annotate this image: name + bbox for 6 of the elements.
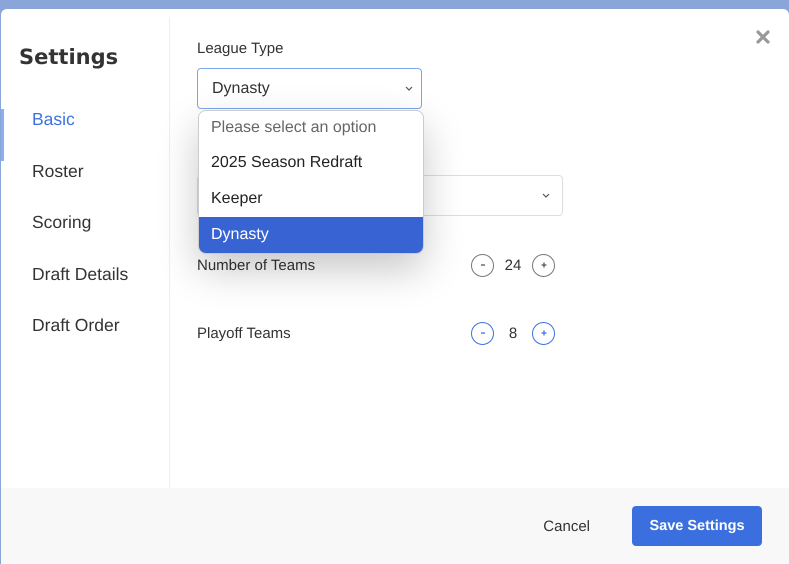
- stepper-value: 8: [508, 324, 518, 342]
- stepper-value: 24: [504, 256, 522, 274]
- stepper-label: Number of Teams: [197, 256, 316, 274]
- field-label: League Type: [197, 40, 284, 57]
- modal-title: Settings: [19, 45, 120, 69]
- stepper-label: Playoff Teams: [197, 324, 291, 342]
